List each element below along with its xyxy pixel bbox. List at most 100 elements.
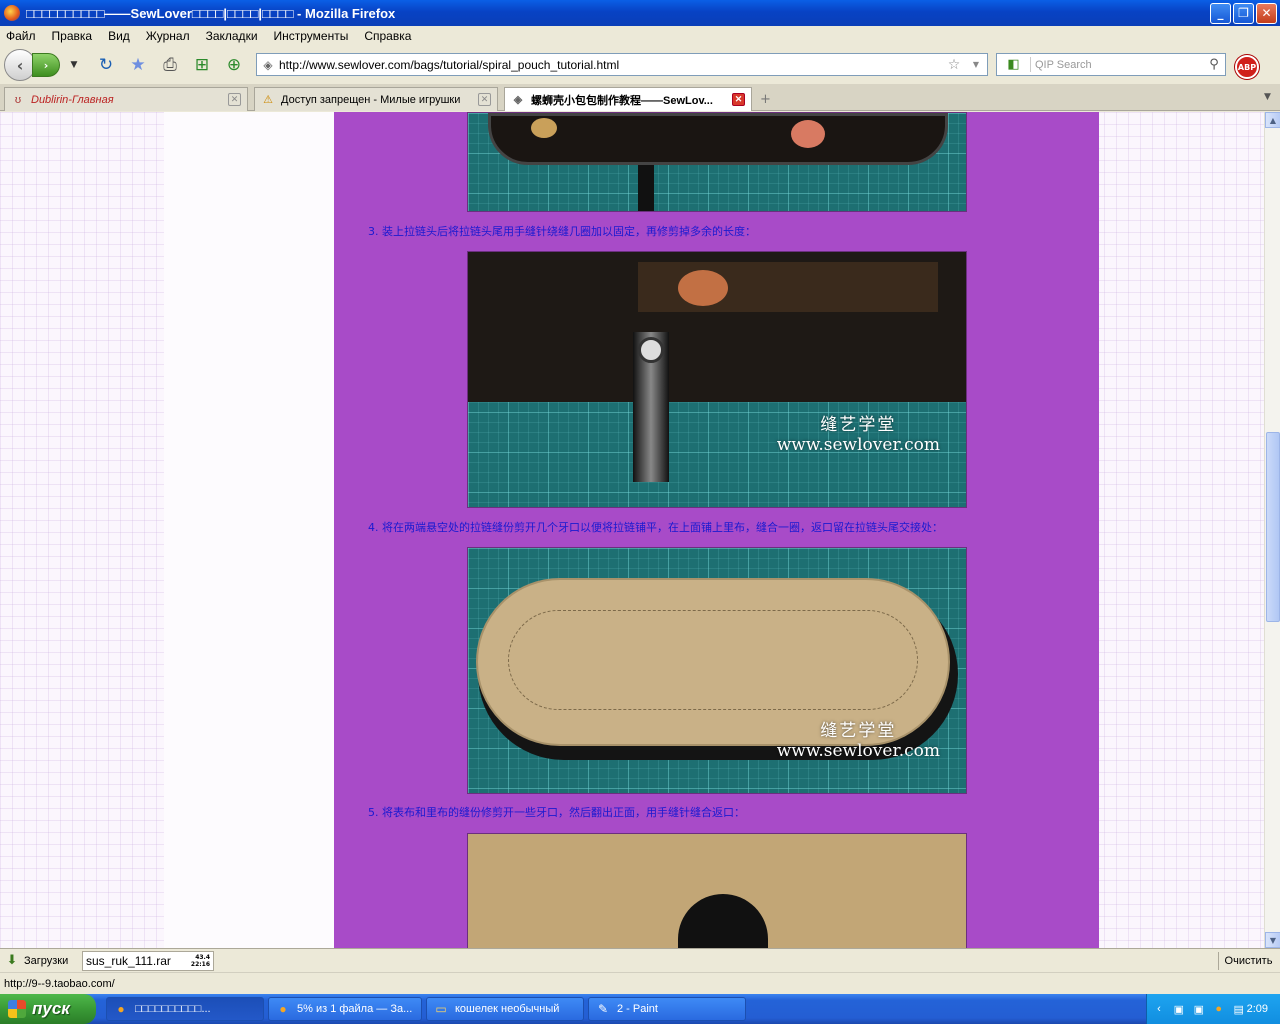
print-icon[interactable]: ⎙ xyxy=(158,53,182,77)
windows-flag-icon xyxy=(8,1000,26,1018)
watermark: 缝艺学堂 www.sewlover.com xyxy=(777,410,940,455)
vertical-scrollbar[interactable]: ▲ ▼ xyxy=(1264,112,1280,948)
stitching-line xyxy=(508,610,918,710)
close-button[interactable]: ✕ xyxy=(1256,2,1277,24)
window-title: □□□□□□□□□□——SewLover□□□□|□□□□|□□□□ - Moz… xyxy=(26,5,396,21)
turned-pouch-fabric xyxy=(468,834,966,948)
tab-label: Доступ запрещен - Милые игрушки xyxy=(281,93,461,106)
tutorial-photo-lining: 缝艺学堂 www.sewlover.com xyxy=(467,547,967,794)
tray-expand-icon[interactable]: ‹ xyxy=(1151,1001,1167,1017)
clock: 2:09 xyxy=(1246,1003,1269,1015)
tab-label: Dublirin-Главная xyxy=(31,93,114,106)
search-bar[interactable]: ◧ QIP Search ⚲ xyxy=(996,53,1226,76)
firefox-download-task-icon: ● xyxy=(279,1002,287,1016)
menu-edit[interactable]: Правка xyxy=(52,29,93,43)
scroll-thumb[interactable] xyxy=(1266,432,1280,622)
tutorial-photo-zipper: 缝艺学堂 www.sewlover.com xyxy=(467,251,967,508)
step-4-caption: 4. 将在两端悬空处的拉链缝份剪开几个牙口以便将拉链铺平，在上面铺上里布，缝合一… xyxy=(368,521,943,534)
address-input[interactable]: http://www.sewlover.com/bags/tutorial/sp… xyxy=(279,58,943,72)
task-label: □□□□□□□□□□... xyxy=(135,1003,211,1015)
search-icon[interactable]: ⚲ xyxy=(1203,57,1225,72)
tutorial-photo-pouch-top xyxy=(467,112,967,212)
new-tab-icon[interactable]: ⊞ xyxy=(190,53,214,77)
tab-list-dropdown-icon[interactable]: ▼ xyxy=(1264,92,1271,102)
start-button[interactable]: пуск xyxy=(0,994,96,1024)
history-dropdown-icon[interactable]: ▼ xyxy=(62,53,86,77)
qip-icon[interactable]: ● xyxy=(1211,1001,1227,1017)
task-label: 2 - Paint xyxy=(617,1003,658,1015)
start-label: пуск xyxy=(32,999,70,1018)
task-label: 5% из 1 файла — За... xyxy=(297,1003,413,1015)
tutorial-content: 3. 装上拉链头后将拉链头尾用手缝针绕缝几圈加以固定，再修剪掉多余的长度： 缝艺… xyxy=(334,112,1099,948)
downloads-title: Загрузки xyxy=(24,954,69,967)
status-bar: http://9--9.taobao.com/ xyxy=(0,972,1280,994)
network-icon[interactable]: ▣ xyxy=(1171,1001,1187,1017)
page-left-band xyxy=(164,112,334,948)
tab-close-icon[interactable]: ✕ xyxy=(732,93,745,106)
black-zipper-tape xyxy=(468,252,966,402)
adblock-plus-icon[interactable]: ABP xyxy=(1235,55,1259,79)
site-identity-icon[interactable]: ◈ xyxy=(257,58,279,72)
zipper-opening xyxy=(678,894,768,948)
system-tray: ‹ ▣ ▣ ● ▤ 2:09 xyxy=(1146,994,1280,1024)
tab-bar: ʊ Dublirin-Главная ✕ ⚠ Доступ запрещен -… xyxy=(0,84,1280,111)
menu-view[interactable]: Вид xyxy=(108,29,130,43)
network-2-icon[interactable]: ▣ xyxy=(1191,1001,1207,1017)
task-download[interactable]: ● 5% из 1 файла — За... xyxy=(268,997,422,1021)
warning-favicon-icon: ⚠ xyxy=(263,94,273,106)
scroll-down-icon[interactable]: ▼ xyxy=(1265,932,1280,948)
pouch-floral-fabric xyxy=(488,113,948,165)
paint-icon: ✎ xyxy=(597,1002,609,1016)
download-icon: ⬇ xyxy=(6,953,18,968)
rose-print xyxy=(791,120,825,148)
tab-close-icon[interactable]: ✕ xyxy=(228,93,241,106)
download-stat-2: 22:16 xyxy=(190,961,210,968)
add-bookmark-icon[interactable]: ⊕ xyxy=(222,53,246,77)
menu-tools[interactable]: Инструменты xyxy=(274,29,349,43)
menu-bookmarks[interactable]: Закладки xyxy=(206,29,258,43)
new-tab-button[interactable]: + xyxy=(760,92,771,107)
tab-close-icon[interactable]: ✕ xyxy=(478,93,491,106)
task-paint[interactable]: ✎ 2 - Paint xyxy=(588,997,746,1021)
task-folder[interactable]: ▭ кошелек необычный xyxy=(426,997,584,1021)
download-stat-1: 43.4 xyxy=(195,954,210,961)
title-bar: □□□□□□□□□□——SewLover□□□□|□□□□|□□□□ - Moz… xyxy=(0,0,1280,26)
search-input[interactable]: QIP Search xyxy=(1031,59,1203,71)
tutorial-photo-turned xyxy=(467,833,967,948)
url-dropdown-icon[interactable]: ▼ xyxy=(965,60,987,69)
forward-button[interactable]: › xyxy=(32,53,60,77)
watermark-web: www.sewlover.com xyxy=(776,741,940,761)
bookmark-star-icon[interactable]: ★ xyxy=(126,53,150,77)
download-item[interactable]: sus_ruk_111.rar 43.4 22:16 xyxy=(82,951,214,971)
status-text: http://9--9.taobao.com/ xyxy=(4,977,115,990)
reload-icon[interactable]: ↻ xyxy=(94,53,118,77)
watermark: 缝艺学堂 www.sewlover.com xyxy=(777,716,940,761)
floral-rose xyxy=(678,270,728,306)
download-bar: ⬇ Загрузки sus_ruk_111.rar 43.4 22:16 Оч… xyxy=(0,948,1280,972)
scroll-up-icon[interactable]: ▲ xyxy=(1265,112,1280,128)
taskbar: пуск ● □□□□□□□□□□... ● 5% из 1 файла — З… xyxy=(0,994,1280,1024)
menu-help[interactable]: Справка xyxy=(364,29,411,43)
menu-file[interactable]: Файл xyxy=(6,29,36,43)
watermark-web: www.sewlover.com xyxy=(776,435,940,455)
address-bar[interactable]: ◈ http://www.sewlover.com/bags/tutorial/… xyxy=(256,53,988,76)
menu-history[interactable]: Журнал xyxy=(146,29,190,43)
task-label: кошелек необычный xyxy=(455,1003,560,1015)
menu-bar: Файл Правка Вид Журнал Закладки Инструме… xyxy=(0,26,1280,46)
download-item-name: sus_ruk_111.rar xyxy=(86,954,171,968)
clear-downloads-button[interactable]: Очистить xyxy=(1218,952,1278,970)
tab-dublirin[interactable]: ʊ Dublirin-Главная ✕ xyxy=(4,87,248,111)
tab-sewlover[interactable]: ◈ 螺蛳壳小包包制作教程——SewLov... ✕ xyxy=(504,87,752,111)
navigation-toolbar: ‹ › ▼ ↻ ★ ⎙ ⊞ ⊕ ◈ http://www.sewlover.co… xyxy=(0,46,1280,84)
minimize-button[interactable]: _ xyxy=(1210,2,1231,24)
search-engine-icon[interactable]: ◧ xyxy=(997,57,1031,72)
tab-toys[interactable]: ⚠ Доступ запрещен - Милые игрушки ✕ xyxy=(254,87,498,111)
bookmark-page-star-icon[interactable]: ☆ xyxy=(943,57,965,73)
folder-icon: ▭ xyxy=(435,1002,447,1016)
task-firefox[interactable]: ● □□□□□□□□□□... xyxy=(106,997,264,1021)
language-flag-icon[interactable]: ▤ xyxy=(1231,1001,1247,1017)
dublirin-favicon-icon: ʊ xyxy=(14,93,22,106)
maximize-button[interactable]: ❐ xyxy=(1233,2,1254,24)
step-3-caption: 3. 装上拉链头后将拉链头尾用手缝针绕缝几圈加以固定，再修剪掉多余的长度： xyxy=(368,225,756,238)
page-viewport[interactable]: 3. 装上拉链头后将拉链头尾用手缝针绕缝几圈加以固定，再修剪掉多余的长度： 缝艺… xyxy=(0,112,1264,948)
